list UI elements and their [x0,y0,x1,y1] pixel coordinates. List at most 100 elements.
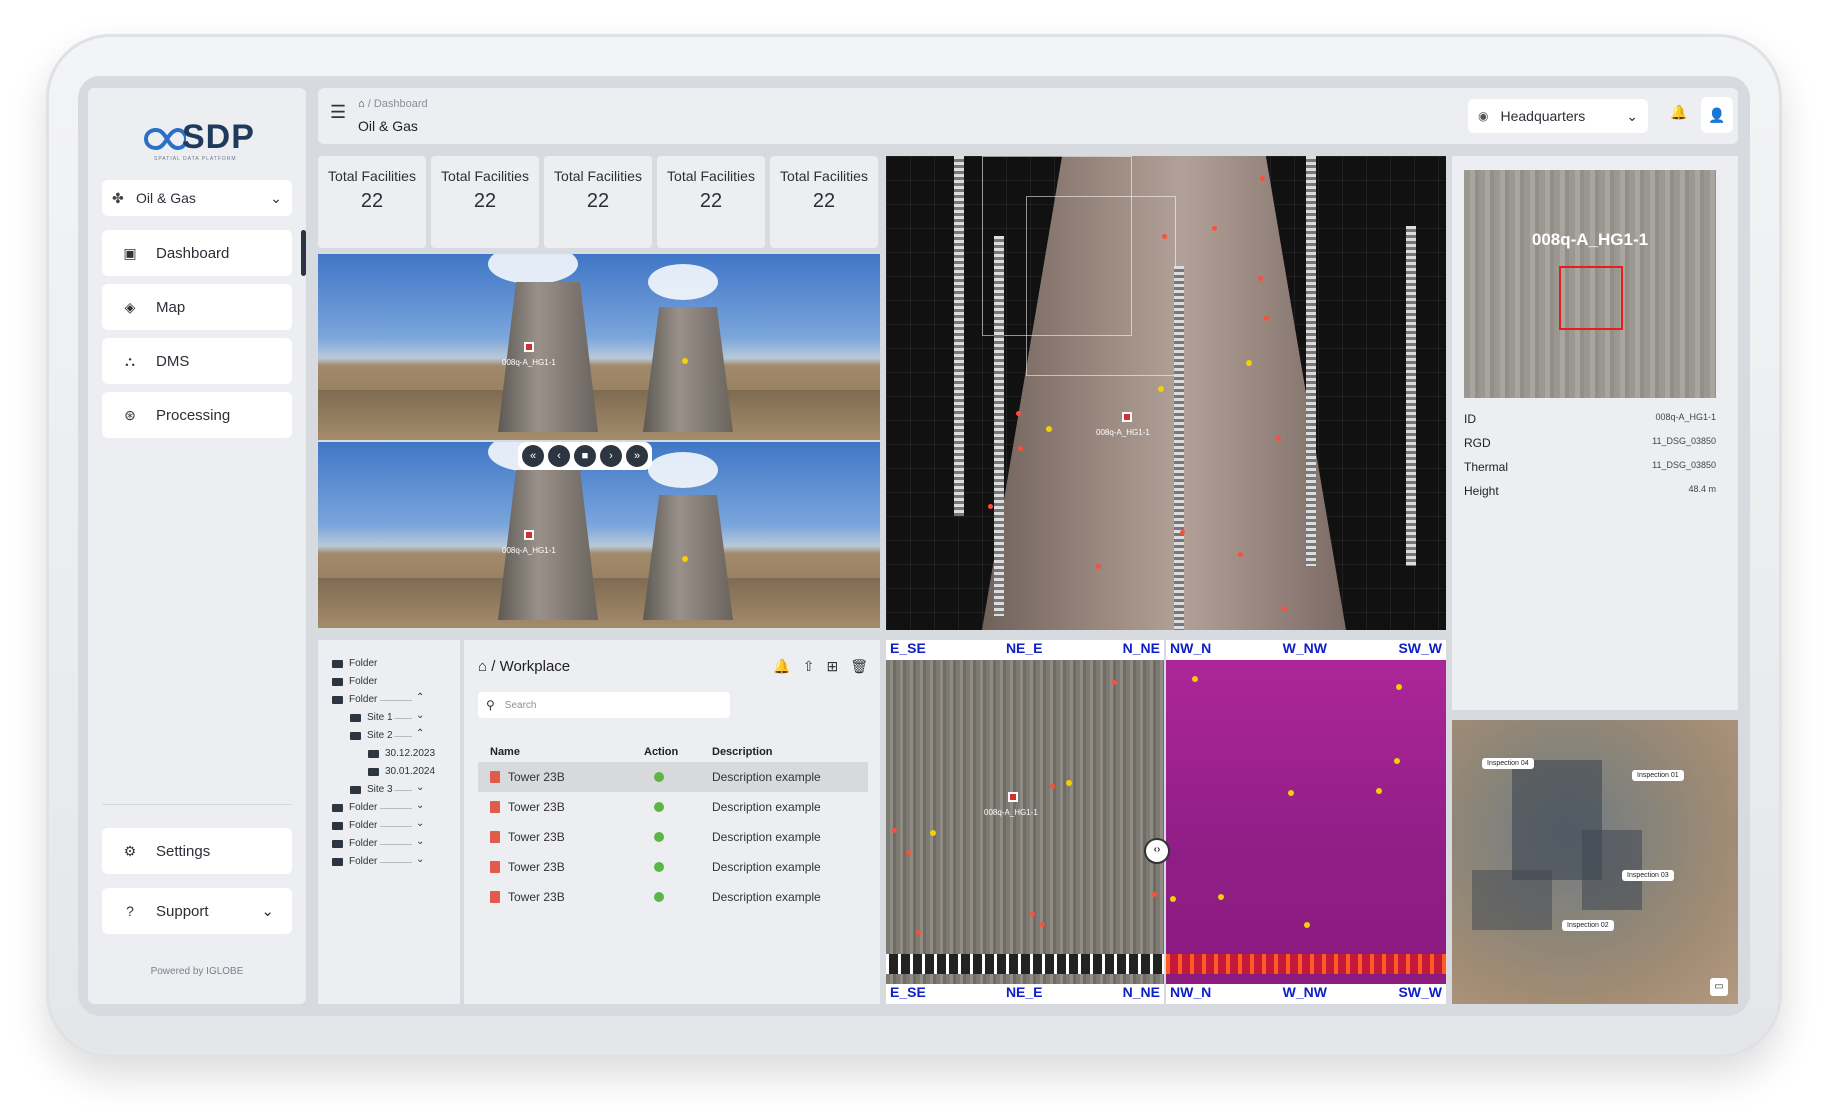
column-header[interactable]: Description [712,746,773,758]
tree-item[interactable]: 30.12.2023 [368,748,435,759]
inspection-point[interactable] [1212,226,1217,231]
inspection-point[interactable] [1018,446,1023,451]
inspection-point[interactable] [1396,684,1402,690]
inspection-point[interactable] [1152,892,1157,897]
fast-rewind-button[interactable]: « [522,445,544,467]
chevron-down-icon[interactable]: ⌄ [416,710,424,721]
breadcrumb-text[interactable]: / Dashboard [368,98,428,110]
inspection-point[interactable] [1112,680,1117,685]
domain-selector[interactable]: ✤ Oil & Gas ⌄ [102,180,292,216]
inspection-marker[interactable] [524,342,534,352]
table-row[interactable]: Tower 23B Description example [478,792,868,822]
inspection-point[interactable] [1246,360,1252,366]
inspection-point[interactable] [1276,436,1281,441]
inspection-point[interactable] [1376,788,1382,794]
column-header[interactable]: Action [644,746,678,758]
inspection-point[interactable] [1050,784,1055,789]
tree-item[interactable]: Folder [332,694,377,705]
inspection-marker[interactable] [524,530,534,540]
bell-icon[interactable]: 🔔 [1670,104,1687,121]
user-avatar-button[interactable]: 👤 [1701,97,1733,133]
inspection-point[interactable] [682,358,688,364]
hamburger-menu-icon[interactable]: ☰ [330,102,346,123]
fast-forward-button[interactable]: » [626,445,648,467]
satellite-map[interactable]: Inspection 04 Inspection 01 Inspection 0… [1452,720,1738,1004]
chevron-down-icon[interactable]: ⌄ [416,818,424,829]
tree-item[interactable]: Folder [332,838,377,849]
inspection-point[interactable] [1016,411,1021,416]
table-row[interactable]: Tower 23B Description example [478,822,868,852]
chevron-down-icon[interactable]: ⌄ [416,854,424,865]
next-button[interactable]: › [600,445,622,467]
inspection-point[interactable] [1170,896,1176,902]
inspection-point[interactable] [916,930,921,935]
location-selector[interactable]: ◉ Headquarters ⌄ [1468,99,1648,133]
search-input[interactable]: ⚲ Search [478,692,730,718]
table-row[interactable]: Tower 23B Description example [478,762,868,792]
inspection-point[interactable] [1040,922,1045,927]
inspection-point[interactable] [1066,780,1072,786]
inspection-point[interactable] [1030,912,1035,917]
inspection-point[interactable] [1304,922,1310,928]
detail-thumbnail[interactable]: 008q-A_HG1-1 [1464,170,1716,398]
column-header[interactable]: Name [490,746,520,758]
inspection-point[interactable] [1096,564,1101,569]
tree-item[interactable]: Site 1 [350,712,393,723]
chevron-down-icon[interactable]: ⌄ [416,782,424,793]
inspection-point[interactable] [1282,606,1287,611]
inspection-point[interactable] [1218,894,1224,900]
tree-item[interactable]: Folder [332,802,377,813]
check-icon[interactable] [654,772,664,782]
inspection-point[interactable] [1288,790,1294,796]
sidebar-item-dashboard[interactable]: ▣ Dashboard [102,230,292,276]
chevron-down-icon[interactable]: ⌄ [416,800,424,811]
layers-icon[interactable]: ▭ [1710,978,1728,996]
settings-button[interactable]: ⚙ Settings [102,828,292,874]
inspection-marker[interactable] [1122,412,1132,422]
inspection-point[interactable] [1238,552,1243,557]
tree-item[interactable]: Folder [332,820,377,831]
inspection-point[interactable] [1162,234,1167,239]
tree-item[interactable]: Site 2 [350,730,393,741]
inspection-point[interactable] [1394,758,1400,764]
inspection-point[interactable] [892,828,897,833]
map-tag[interactable]: Inspection 04 [1482,758,1534,769]
check-icon[interactable] [654,892,664,902]
tree-item[interactable]: 30.01.2024 [368,766,435,777]
stop-button[interactable]: ■ [574,445,596,467]
home-icon[interactable]: ⌂ [478,658,487,675]
point-cloud-3d-view[interactable]: 008q-A_HG1-1 [886,156,1446,630]
check-icon[interactable] [654,862,664,872]
inspection-point[interactable] [1260,176,1265,181]
previous-button[interactable]: ‹ [548,445,570,467]
inspection-point[interactable] [988,504,993,509]
tree-item[interactable]: Folder [332,856,377,867]
tree-item[interactable]: Folder [332,676,377,687]
map-tag[interactable]: Inspection 01 [1632,770,1684,781]
inspection-point[interactable] [1264,316,1269,321]
inspection-point[interactable] [1192,676,1198,682]
compare-slider-handle[interactable]: ‹› [1144,838,1170,864]
sidebar-item-map[interactable]: ◈ Map [102,284,292,330]
map-tag[interactable]: Inspection 03 [1622,870,1674,881]
bell-icon[interactable]: 🔔 [773,658,790,675]
chevron-up-icon[interactable]: ⌃ [416,728,424,739]
table-row[interactable]: Tower 23B Description example [478,882,868,912]
map-tag[interactable]: Inspection 02 [1562,920,1614,931]
inspection-point[interactable] [1258,276,1263,281]
check-icon[interactable] [654,802,664,812]
panorama-photo-top[interactable]: 008q-A_HG1-1 [318,254,880,440]
tree-item[interactable]: Site 3 [350,784,393,795]
sidebar-item-dms[interactable]: ⛬ DMS [102,338,292,384]
support-button[interactable]: ? Support ⌄ [102,888,292,934]
home-icon[interactable]: ⌂ [358,98,365,110]
chevron-down-icon[interactable]: ⌄ [416,836,424,847]
thermal-strip-view[interactable]: NW_N W_NW SW_W NW_N W_NW SW_W [1166,640,1446,1004]
inspection-point[interactable] [930,830,936,836]
inspection-point[interactable] [1046,426,1052,432]
inspection-point[interactable] [1180,530,1185,535]
trash-icon[interactable]: 🗑 [850,658,868,675]
sidebar-item-processing[interactable]: ⊛ Processing [102,392,292,438]
check-icon[interactable] [654,832,664,842]
inspection-marker[interactable] [1008,792,1018,802]
